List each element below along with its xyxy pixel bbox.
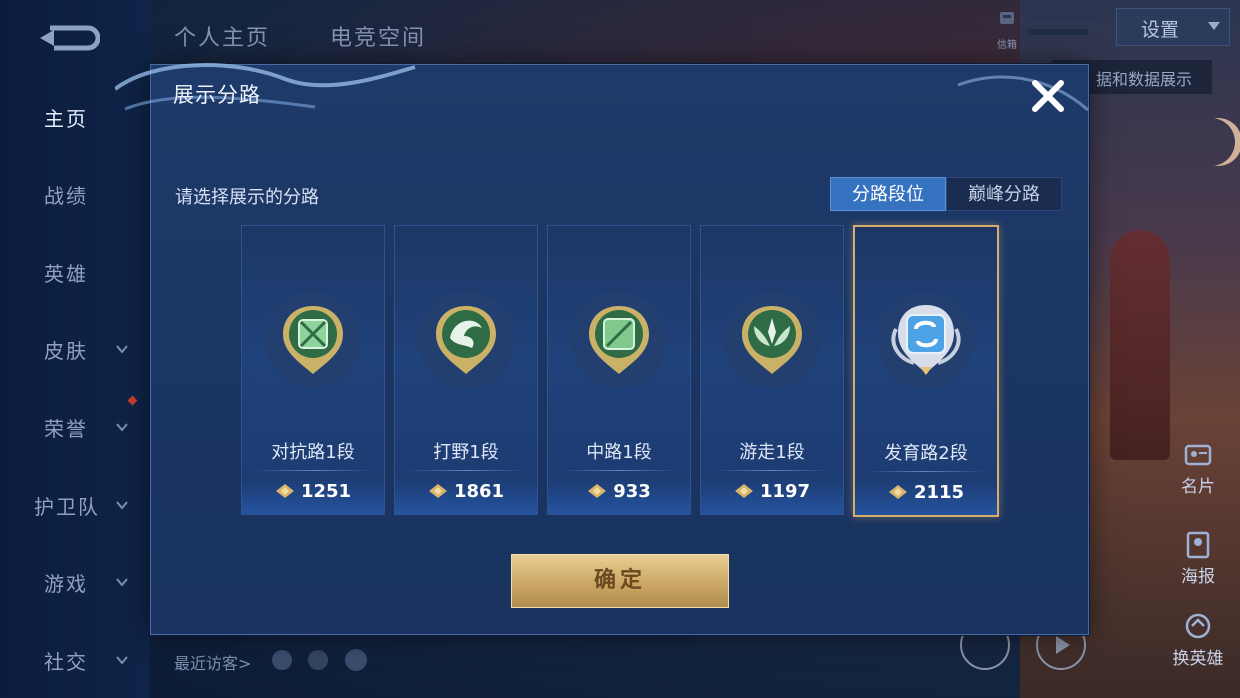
tab-esports-space[interactable]: 电竞空间 [330, 20, 426, 52]
chevron-down-icon [116, 578, 128, 587]
chevron-down-icon [116, 345, 128, 354]
jungle-emblem-icon [418, 292, 514, 388]
clash-lane-emblem-icon [265, 292, 361, 388]
poster-icon [1186, 531, 1210, 559]
lane-card-jungle[interactable]: 打野1段 1861 [394, 225, 538, 515]
moon-decoration [1194, 118, 1240, 166]
back-arrow-icon [40, 25, 101, 51]
recent-visitors-link[interactable]: 最近访客> [174, 650, 251, 674]
close-icon [1032, 80, 1064, 112]
mailbox-icon [1000, 12, 1014, 24]
poster-label: 海报 [1181, 567, 1215, 587]
farm-lane-emblem-icon [878, 293, 974, 389]
divider [254, 470, 372, 471]
dialog-title: 展示分路 [173, 83, 261, 107]
lane-cards: 对抗路1段 1251 打野1段 1861 中路1段 933 游走1段 1197 … [241, 225, 1001, 517]
sidebar-item-label: 游戏 [44, 571, 88, 596]
sidebar-item-label: 荣誉 [44, 416, 88, 441]
close-button[interactable] [1027, 75, 1069, 117]
lane-score: 1251 [242, 481, 384, 502]
confirm-button[interactable]: 确定 [511, 554, 729, 608]
chevron-down-icon [116, 423, 128, 432]
lane-score: 1861 [395, 481, 537, 502]
cloud-swirl-decoration [957, 75, 1089, 112]
selection-prompt: 请选择展示的分路 [175, 187, 319, 208]
swap-hero-icon [1185, 613, 1211, 639]
visitor-avatars-icon [272, 649, 367, 671]
settings-button[interactable]: 设置 [1116, 8, 1230, 46]
lane-rank-label: 中路1段 [586, 442, 652, 463]
sidebar-item-label: 护卫队 [34, 494, 100, 519]
lane-score: 2115 [855, 482, 997, 503]
diamond-score-icon [588, 484, 607, 498]
lane-rank-label: 游走1段 [739, 442, 805, 463]
sidebar-item-label: 皮肤 [44, 338, 88, 363]
lane-rank-label: 打野1段 [433, 442, 499, 463]
display-settings-label: 据和数据展示 [1096, 70, 1193, 89]
mailbox-label: 信箱 [997, 40, 1017, 51]
lane-display-dialog: 展示分路 请选择展示的分路 分路段位 巅峰分路 对抗路1段 1251 打野1段 … [115, 63, 1089, 635]
poster-button[interactable]: 海报 [1168, 530, 1228, 587]
lane-card-roam[interactable]: 游走1段 1197 [700, 225, 844, 515]
sidebar-item-label: 战绩 [44, 183, 88, 208]
swap-hero-label: 换英雄 [1172, 649, 1224, 669]
cloud-swirl-decoration [115, 63, 416, 111]
diamond-score-icon [734, 484, 753, 498]
diamond-score-icon [428, 484, 447, 498]
card-icon [1184, 444, 1212, 466]
settings-label: 设置 [1141, 19, 1180, 41]
back-button[interactable] [36, 18, 101, 54]
roam-emblem-icon [724, 292, 820, 388]
chevron-down-icon [116, 656, 128, 665]
lane-rank-label: 发育路2段 [884, 443, 968, 464]
sidebar-item-label: 社交 [44, 649, 88, 674]
sidebar-item-games[interactable]: 游戏 [0, 557, 150, 607]
lane-score: 1197 [701, 481, 843, 502]
lane-card-farm[interactable]: 发育路2段 2115 [853, 225, 999, 517]
tab-peak-lane[interactable]: 巅峰分路 [946, 177, 1062, 211]
lane-score-value: 933 [613, 481, 651, 502]
tab-personal-page[interactable]: 个人主页 [174, 20, 270, 52]
sidebar-item-skins[interactable]: 皮肤 [0, 324, 150, 374]
mail-tip-text [1028, 10, 1108, 44]
card-label: 名片 [1181, 477, 1215, 497]
diamond-score-icon [275, 484, 294, 498]
divider [560, 470, 678, 471]
card-button[interactable]: 名片 [1168, 440, 1228, 497]
sidebar-item-social[interactable]: 社交 [0, 635, 150, 685]
sidebar-item-guard[interactable]: 护卫队 [0, 480, 150, 530]
divider [407, 470, 525, 471]
mailbox-button[interactable]: 信箱 [995, 10, 1019, 51]
hero-figure [1110, 230, 1170, 460]
divider [867, 471, 985, 472]
swap-hero-button[interactable]: 换英雄 [1168, 612, 1228, 669]
lane-card-mid[interactable]: 中路1段 933 [547, 225, 691, 515]
chevron-down-icon [1208, 22, 1220, 30]
lane-score-value: 1251 [300, 481, 352, 502]
diamond-score-icon [888, 485, 907, 499]
game-profile-screen: 主页 战绩 英雄 皮肤 荣誉 护卫队 游戏 社交 个人主页 电竞空间 信箱 设置… [0, 0, 1240, 698]
lane-score-value: 2115 [913, 482, 965, 503]
chevron-down-icon [116, 501, 128, 510]
lane-card-clash[interactable]: 对抗路1段 1251 [241, 225, 385, 515]
lane-score-value: 1861 [453, 481, 505, 502]
sidebar-item-records[interactable]: 战绩 [0, 169, 150, 219]
lane-score: 933 [548, 481, 690, 502]
sidebar-item-label: 英雄 [44, 261, 88, 286]
sidebar-item-heroes[interactable]: 英雄 [0, 247, 150, 297]
segment-control: 分路段位 巅峰分路 [830, 177, 1062, 211]
divider [713, 470, 831, 471]
mid-lane-emblem-icon [571, 292, 667, 388]
lane-rank-label: 对抗路1段 [271, 442, 355, 463]
tab-lane-rank[interactable]: 分路段位 [830, 177, 946, 211]
sidebar-item-honor[interactable]: 荣誉 [0, 402, 150, 452]
lane-score-value: 1197 [759, 481, 811, 502]
sidebar-item-label: 主页 [44, 106, 88, 131]
